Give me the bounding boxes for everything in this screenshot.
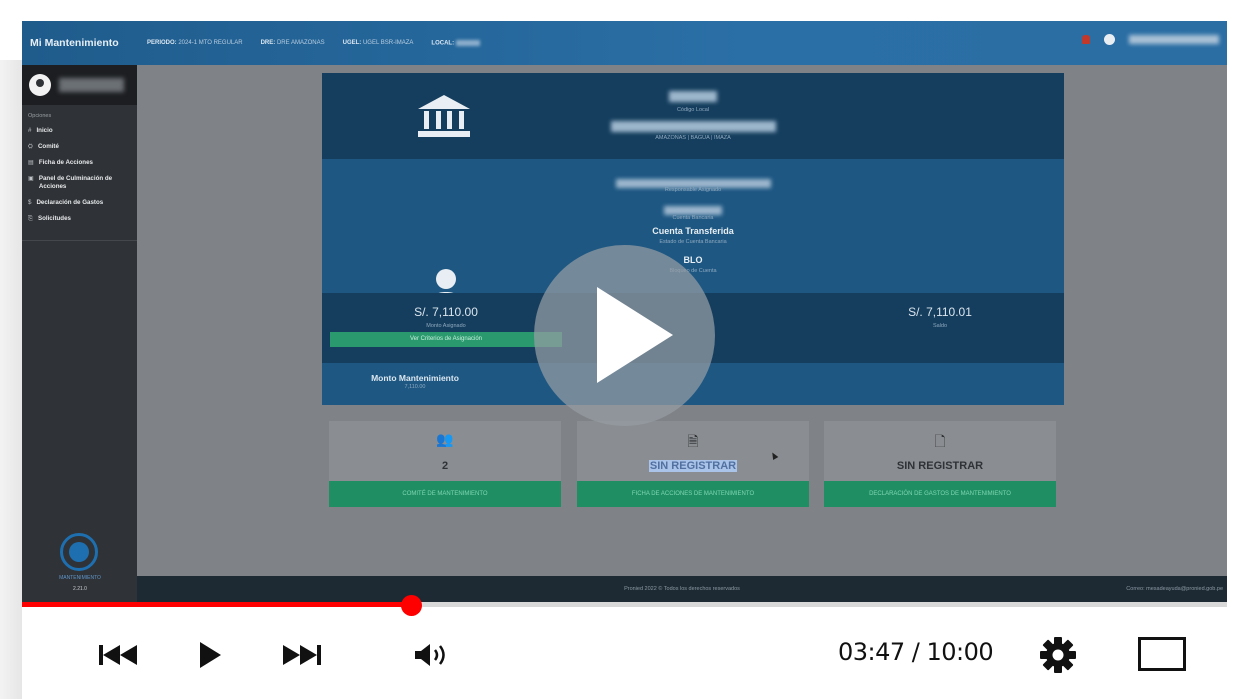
- duration: 10:00: [926, 638, 994, 666]
- avatar: [29, 74, 51, 96]
- redacted-local: [456, 39, 481, 46]
- time-display: 03:47 / 10:00: [838, 638, 994, 666]
- list-icon: ▤: [28, 159, 34, 166]
- redacted-user-info: [59, 78, 124, 92]
- footer-copyright: Pronied 2022 © Todos los derechos reserv…: [624, 586, 740, 592]
- dre-info: DRE: DRE AMAZONAS: [260, 40, 325, 46]
- settings-gear-icon: [1040, 637, 1076, 673]
- dollar-icon: $: [28, 199, 32, 206]
- committee-icon: ⛭: [28, 143, 33, 150]
- user-avatar-icon[interactable]: [1104, 34, 1115, 45]
- fullscreen-icon: [1138, 637, 1186, 671]
- sidebar: Opciones # Inicio ⛭ Comité ▤ Ficha de Accio…: [22, 65, 137, 604]
- monto-mantenimiento-value: 7,110.00: [404, 384, 426, 390]
- settings-button[interactable]: [1039, 636, 1077, 674]
- local-section: Código Local AMAZONAS | BAGUA | IMAZA: [322, 73, 1064, 159]
- periodo-info: PERIODO: 2024-1 MTO REGULAR: [147, 40, 243, 46]
- bloqueo-label: Bloqueo de Cuenta: [669, 268, 717, 274]
- app-header: Mi Mantenimiento PERIODO: 2024-1 MTO REG…: [22, 21, 1227, 65]
- sidebar-item-solicitudes[interactable]: ⎘ Solicitudes: [22, 211, 137, 227]
- codigo-local-label: Código Local: [676, 107, 710, 113]
- local-info: LOCAL:: [431, 39, 481, 46]
- big-play-icon: [597, 287, 673, 383]
- mantenimiento-logo-icon: [60, 533, 98, 571]
- saldo-label: Saldo: [932, 323, 948, 329]
- version-label: 2.21.0: [73, 586, 87, 592]
- sidebar-item-inicio[interactable]: # Inicio: [22, 123, 137, 139]
- location-label: AMAZONAS | BAGUA | IMAZA: [655, 135, 731, 141]
- app-footer: Pronied 2022 © Todos los derechos reserv…: [137, 576, 1227, 604]
- previous-button[interactable]: [99, 643, 139, 667]
- sidebar-divider: [22, 240, 137, 241]
- next-button[interactable]: [281, 643, 321, 667]
- progress-played: [22, 602, 412, 607]
- ficha-button[interactable]: FICHA DE ACCIONES DE MANTENIMIENTO: [577, 481, 809, 507]
- redacted-user-name: [1129, 35, 1219, 44]
- card-comite-value: 2: [441, 460, 449, 472]
- page-edge-shadow: [0, 60, 22, 699]
- home-icon: #: [28, 127, 32, 134]
- bloqueo-value: BLO: [683, 255, 703, 265]
- saldo-value: S/. 7,110.01: [908, 305, 972, 319]
- ugel-info: UGEL: UGEL BSR-IMAZA: [342, 40, 414, 46]
- document-filled-icon: 🗋: [934, 433, 946, 449]
- card-comite: 👥 2 COMITÉ DE MANTENIMIENTO: [329, 421, 561, 507]
- sidebar-user: [22, 65, 137, 105]
- estado-cuenta-label: Estado de Cuenta Bancaria: [659, 239, 727, 245]
- monto-asignado-label: Monto Asignado: [426, 323, 466, 329]
- redacted-local-code: [322, 89, 1064, 107]
- logo-text: MANTENIMIENTO: [59, 575, 101, 581]
- monto-asignado-value: S/. 7,110.00: [414, 305, 478, 319]
- card-ficha-value: SIN REGISTRAR: [648, 460, 738, 472]
- responsable-label: Responsable Asignado: [664, 187, 722, 193]
- header-right: [1082, 34, 1219, 45]
- sidebar-item-panel[interactable]: ▣ Panel de Culminación de Acciones: [22, 171, 137, 195]
- fullscreen-button[interactable]: [1138, 637, 1186, 671]
- cuenta-label: Cuenta Bancaria: [672, 215, 714, 221]
- card-gastos: 🗋 SIN REGISTRAR DECLARACIÓN DE GASTOS DE…: [824, 421, 1056, 507]
- card-gastos-value: SIN REGISTRAR: [896, 460, 984, 472]
- users-icon: 👥: [436, 431, 454, 447]
- progress-bar[interactable]: [22, 602, 1227, 607]
- play-button[interactable]: [199, 641, 223, 669]
- card-ficha: 🗎 SIN REGISTRAR FICHA DE ACCIONES DE MAN…: [577, 421, 809, 507]
- next-icon: [283, 645, 321, 665]
- notification-bell-icon[interactable]: [1082, 35, 1090, 44]
- play-icon: [200, 642, 221, 668]
- sidebar-section-label: Opciones: [28, 113, 52, 119]
- footer-contact: Correo: mesadeayuda@pronied.gob.pe: [1126, 586, 1223, 592]
- gastos-button[interactable]: DECLARACIÓN DE GASTOS DE MANTENIMIENTO: [824, 481, 1056, 507]
- estado-cuenta-value: Cuenta Transferida: [652, 226, 734, 236]
- panel-icon: ▣: [28, 175, 34, 182]
- responsable-section: Responsable Asignado Cuenta Bancaria Cue…: [322, 159, 1064, 312]
- ver-criterios-button[interactable]: Ver Criterios de Asignación: [330, 332, 562, 347]
- sidebar-item-ficha[interactable]: ▤ Ficha de Acciones: [22, 155, 137, 171]
- volume-icon: [415, 644, 445, 666]
- copy-icon: ⎘: [28, 215, 33, 222]
- previous-icon: [99, 645, 137, 665]
- comite-button[interactable]: COMITÉ DE MANTENIMIENTO: [329, 481, 561, 507]
- volume-button[interactable]: [414, 643, 448, 667]
- progress-scrubber-handle[interactable]: [400, 595, 422, 616]
- monto-mantenimiento-label: Monto Mantenimiento: [371, 373, 459, 383]
- sidebar-item-gastos[interactable]: $ Declaración de Gastos: [22, 195, 137, 211]
- app-title: Mi Mantenimiento: [30, 37, 119, 49]
- sidebar-item-comite[interactable]: ⛭ Comité: [22, 139, 137, 155]
- current-time: 03:47: [838, 638, 905, 666]
